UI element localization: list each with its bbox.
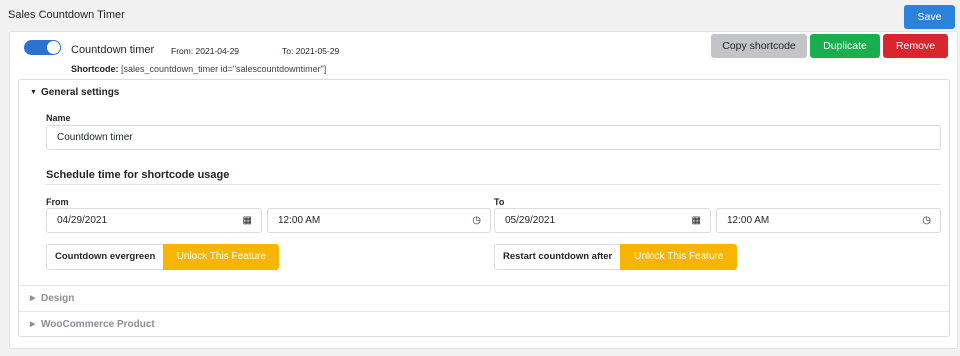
- to-date-input[interactable]: 05/29/2021 ▦: [494, 208, 711, 233]
- from-date-input[interactable]: 04/29/2021 ▦: [46, 208, 262, 233]
- shortcode-value: [sales_countdown_timer id="salescountdow…: [121, 64, 327, 74]
- caret-right-icon: ▶: [30, 321, 36, 328]
- page-title: Sales Countdown Timer: [8, 9, 125, 21]
- from-time-input[interactable]: 12:00 AM ◷: [267, 208, 491, 233]
- schedule-divider: [46, 184, 941, 185]
- remove-button[interactable]: Remove: [883, 34, 948, 58]
- from-time-value: 12:00 AM: [278, 215, 321, 226]
- clock-icon[interactable]: ◷: [472, 209, 481, 232]
- calendar-icon[interactable]: ▦: [692, 209, 701, 232]
- from-label: From: [46, 197, 69, 207]
- copy-shortcode-button[interactable]: Copy shortcode: [711, 34, 807, 58]
- restart-countdown-control: Restart countdown after Unlock This Feat…: [494, 244, 738, 270]
- from-date-value: 04/29/2021: [57, 215, 108, 226]
- general-settings-title: General settings: [41, 87, 120, 98]
- toggle-knob: [47, 41, 60, 54]
- schedule-title: Schedule time for shortcode usage: [46, 169, 230, 181]
- to-date-summary: To: 2021-05-29: [282, 46, 340, 56]
- woocommerce-section-title: WooCommerce Product: [41, 319, 155, 330]
- name-input[interactable]: Countdown timer: [46, 125, 941, 150]
- design-section-header[interactable]: ▶ Design: [30, 293, 74, 304]
- general-settings-header[interactable]: ▼ General settings: [30, 87, 119, 98]
- duplicate-button[interactable]: Duplicate: [810, 34, 880, 58]
- shortcode-label: Shortcode:: [71, 64, 119, 74]
- from-date-summary: From: 2021-04-29: [171, 46, 240, 56]
- to-date-value: 05/29/2021: [505, 215, 556, 226]
- unlock-feature-button[interactable]: Unlock This Feature: [163, 244, 280, 270]
- restart-countdown-label: Restart countdown after: [494, 244, 621, 270]
- section-divider: [19, 311, 949, 312]
- countdown-evergreen-label: Countdown evergreen: [46, 244, 164, 270]
- countdown-evergreen-control: Countdown evergreen Unlock This Feature: [46, 244, 280, 270]
- to-label: To: [494, 197, 505, 207]
- woocommerce-section-header[interactable]: ▶ WooCommerce Product: [30, 319, 155, 330]
- caret-down-icon: ▼: [30, 89, 37, 96]
- shortcode-line: Shortcode: [sales_countdown_timer id="sa…: [71, 64, 326, 74]
- to-time-value: 12:00 AM: [727, 215, 770, 226]
- caret-right-icon: ▶: [30, 295, 36, 302]
- section-divider: [19, 285, 949, 286]
- calendar-icon[interactable]: ▦: [243, 209, 252, 232]
- design-section-title: Design: [41, 293, 75, 304]
- enable-toggle[interactable]: [24, 40, 61, 55]
- to-time-input[interactable]: 12:00 AM ◷: [716, 208, 941, 233]
- unlock-feature-button[interactable]: Unlock This Feature: [620, 244, 738, 270]
- timer-name: Countdown timer: [71, 44, 155, 56]
- clock-icon[interactable]: ◷: [922, 209, 931, 232]
- save-button[interactable]: Save: [904, 5, 955, 29]
- name-label: Name: [46, 113, 71, 123]
